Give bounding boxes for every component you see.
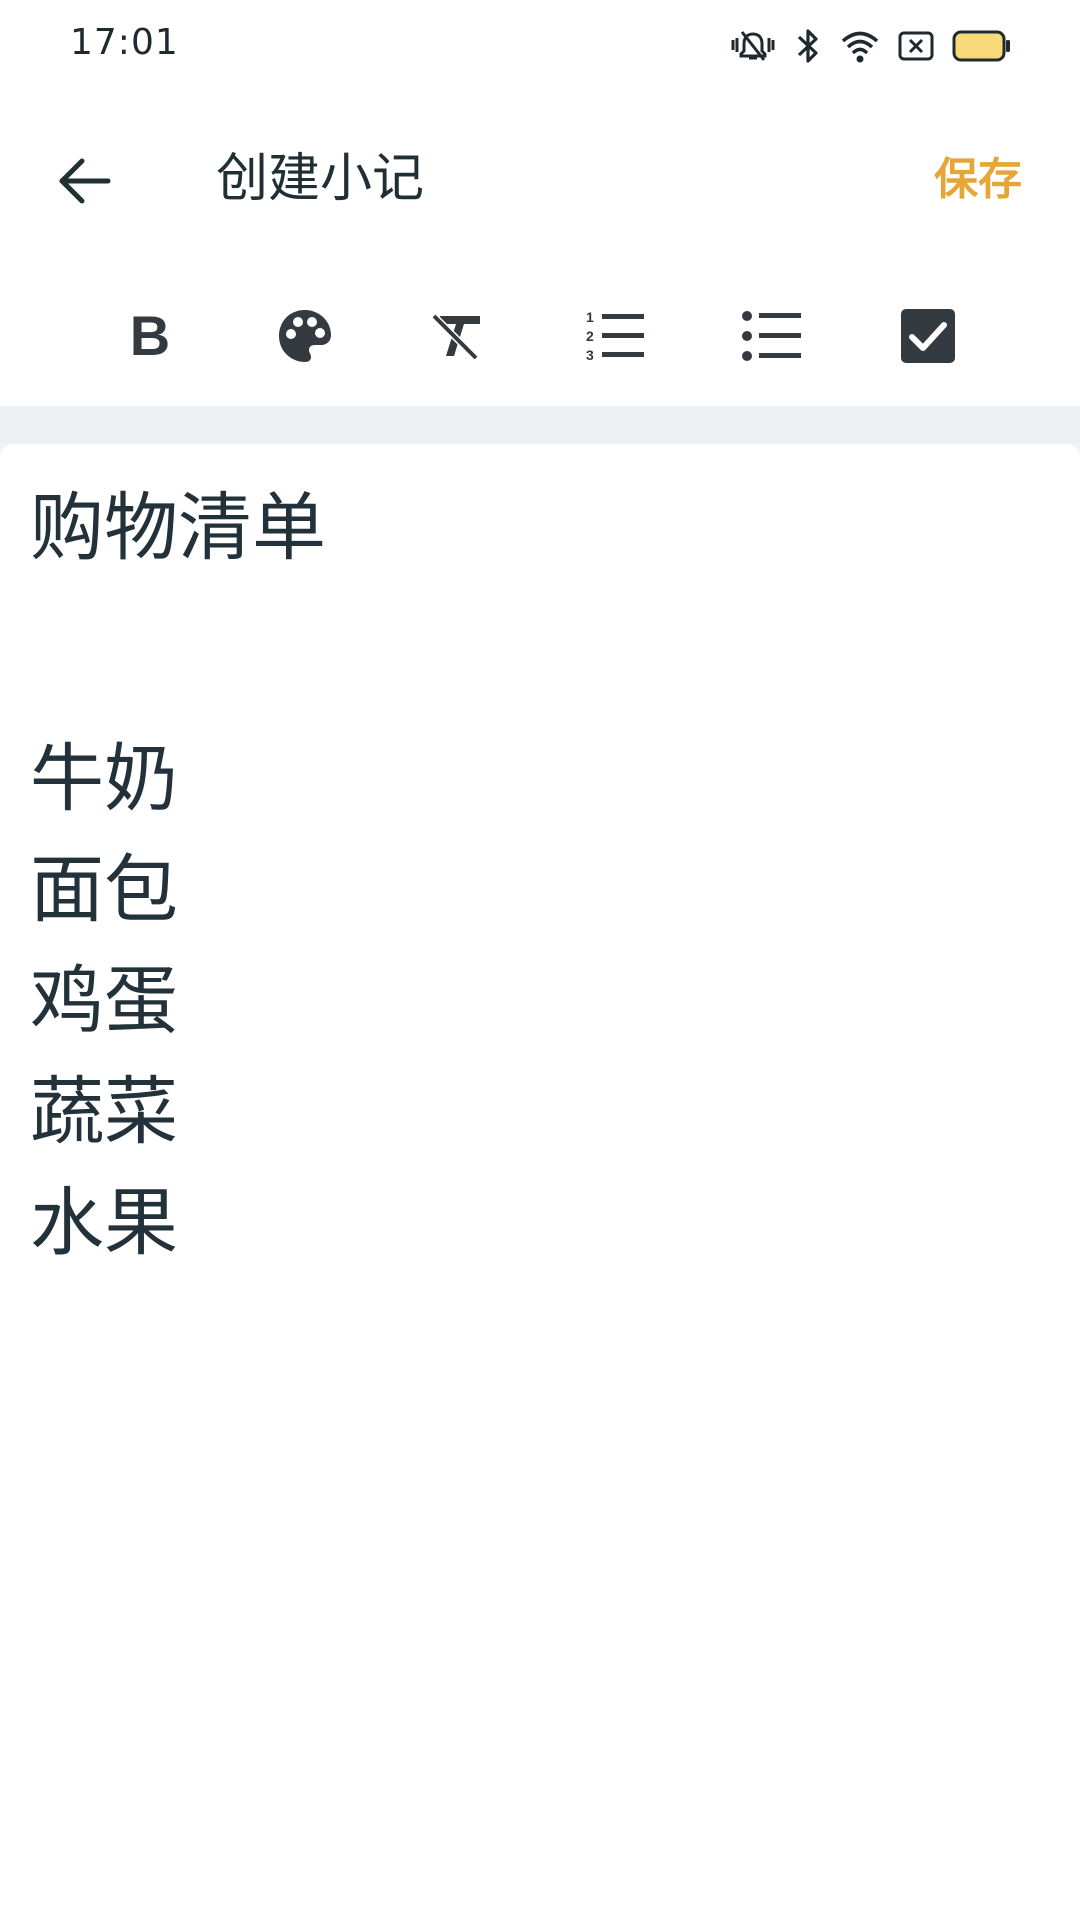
note-line[interactable]: 蔬菜 [30,1057,178,1168]
battery-icon [952,30,1010,62]
back-button[interactable] [44,146,124,216]
status-time: 17:01 [70,22,179,63]
status-bar: 17:01 [0,0,1080,96]
wifi-icon [841,31,879,63]
note-editor-screen: 17:01 创建小记 保存 B 1 2 3 购物清单 牛奶 面包 鸡蛋 蔬菜 水… [0,0,1080,1920]
save-button[interactable]: 保存 [934,154,1022,207]
svg-text:1: 1 [586,309,594,325]
checkbox-icon [901,309,955,363]
no-sim-icon [898,31,934,61]
text-color-button[interactable] [265,296,345,376]
note-line[interactable]: 牛奶 [30,724,178,835]
toolbar-divider [0,406,1080,444]
numbered-list-icon: 1 2 3 [586,309,644,363]
formatting-toolbar: B 1 2 3 [0,266,1080,406]
note-line[interactable]: 水果 [30,1168,178,1279]
palette-icon [279,310,331,362]
bold-button[interactable]: B [110,296,190,376]
note-line[interactable]: 面包 [30,835,178,946]
bold-icon: B [129,304,171,367]
svg-text:2: 2 [586,328,594,344]
back-arrow-icon [59,158,111,204]
svg-text:3: 3 [586,347,594,363]
clear-format-icon [431,313,480,361]
checklist-button[interactable] [888,296,968,376]
note-line[interactable]: 鸡蛋 [30,946,178,1057]
bulleted-list-button[interactable] [732,296,812,376]
page-title: 创建小记 [216,149,425,209]
note-body[interactable]: 牛奶 面包 鸡蛋 蔬菜 水果 [30,724,178,1279]
app-bar: 创建小记 保存 [0,96,1080,266]
bulleted-list-icon [742,311,801,361]
bluetooth-icon [797,29,818,63]
clear-format-button[interactable] [418,296,498,376]
numbered-list-button[interactable]: 1 2 3 [575,296,655,376]
status-icons [730,26,1012,66]
note-editor[interactable]: 购物清单 牛奶 面包 鸡蛋 蔬菜 水果 [0,444,1080,1920]
mute-vibrate-icon [731,31,775,61]
note-title[interactable]: 购物清单 [30,484,326,573]
